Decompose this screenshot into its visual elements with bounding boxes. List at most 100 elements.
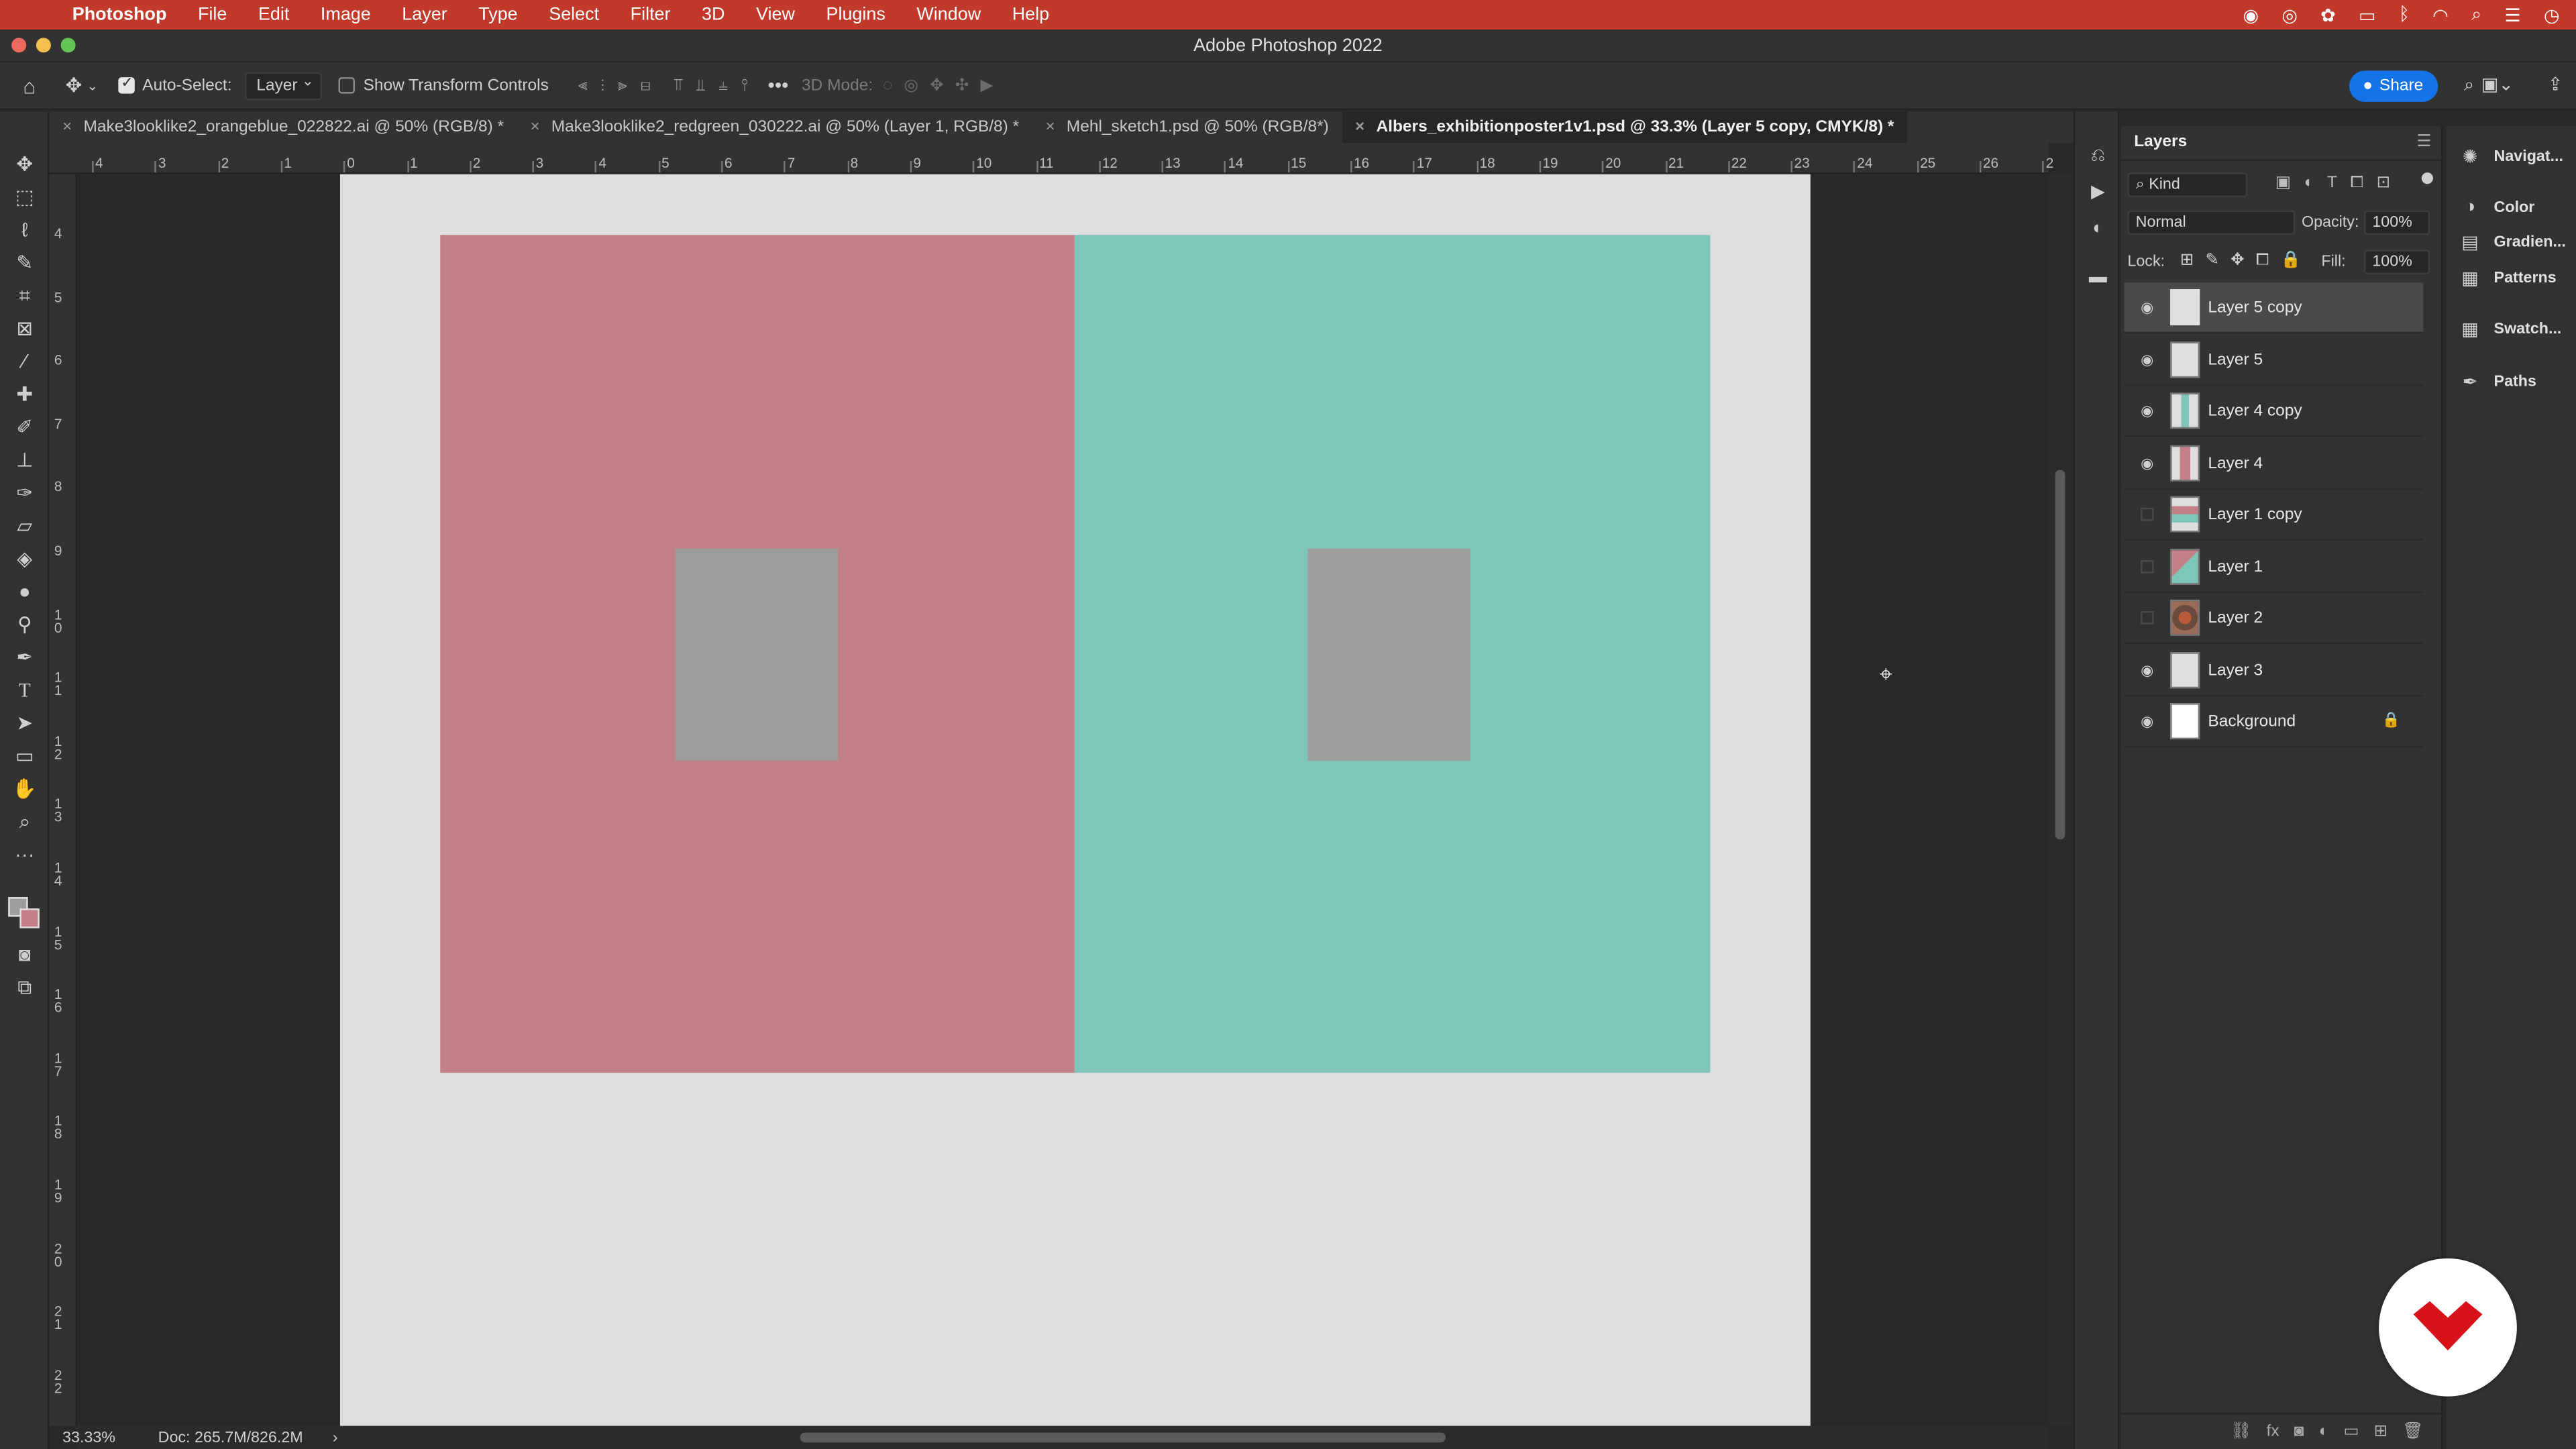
app-status-icon[interactable]: ◎ bbox=[2282, 4, 2298, 25]
blend-mode-dropdown[interactable]: Normal bbox=[2127, 210, 2296, 235]
tool-preset-chevron-down-icon[interactable]: ⌄ bbox=[87, 78, 98, 93]
tab-document-2[interactable]: × Make3looklike2_redgreen_030222.ai @ 50%… bbox=[517, 112, 1032, 144]
right-color-field[interactable] bbox=[1074, 235, 1711, 1073]
distribute-icons[interactable]: ⫪⫫⫨⫯ bbox=[674, 76, 761, 95]
share-button[interactable]: ● Share bbox=[2349, 70, 2438, 102]
gradients-panel-button[interactable]: ▤ Gradien... bbox=[2459, 227, 2566, 256]
layer-style-fx-icon[interactable]: fx bbox=[2267, 1423, 2279, 1441]
dodge-tool-icon[interactable]: ⚲ bbox=[11, 611, 38, 637]
visibility-eye-icon[interactable]: ◉ bbox=[2137, 713, 2157, 729]
layer-row[interactable]: ◉ Layer 4 copy bbox=[2124, 386, 2424, 437]
pen-tool-icon[interactable]: ✒ bbox=[11, 644, 38, 670]
actions-play-icon[interactable]: ▶ bbox=[2086, 180, 2109, 203]
vertical-scrollbar[interactable] bbox=[2048, 174, 2072, 1426]
canvas-area[interactable] bbox=[77, 174, 2049, 1426]
menu-type[interactable]: Type bbox=[478, 5, 517, 24]
menu-file[interactable]: File bbox=[198, 5, 227, 24]
home-icon[interactable]: ⌂ bbox=[23, 73, 36, 98]
zoom-level[interactable]: 33.33% bbox=[62, 1428, 115, 1446]
eraser-tool-icon[interactable]: ▱ bbox=[11, 513, 38, 539]
layer-row[interactable]: ◉ Background 🔒 bbox=[2124, 696, 2424, 748]
paths-panel-button[interactable]: ✒ Paths bbox=[2459, 366, 2536, 396]
link-layers-icon[interactable]: ⛓ bbox=[2231, 1423, 2251, 1441]
layer-row[interactable]: Layer 1 copy bbox=[2124, 490, 2424, 541]
menu-help[interactable]: Help bbox=[1012, 5, 1049, 24]
history-brush-tool-icon[interactable]: ✑ bbox=[11, 480, 38, 506]
visibility-eye-icon[interactable]: ◉ bbox=[2137, 352, 2157, 368]
blur-tool-icon[interactable]: ● bbox=[11, 578, 38, 604]
paint-bucket-tool-icon[interactable]: ◈ bbox=[11, 545, 38, 572]
tab-document-1[interactable]: × Make3looklike2_orangeblue_022822.ai @ 5… bbox=[49, 112, 517, 144]
close-icon[interactable]: × bbox=[62, 118, 72, 136]
zoom-tool-icon[interactable]: ⌕ bbox=[11, 808, 38, 835]
navigator-panel-button[interactable]: ✺ Navigat... bbox=[2459, 142, 2563, 171]
move-tool-icon[interactable]: ✥ bbox=[66, 74, 83, 97]
marquee-tool-icon[interactable]: ⬚ bbox=[11, 184, 38, 210]
screen-icon[interactable]: ▭ bbox=[2359, 4, 2375, 25]
more-tools-icon[interactable]: ··· bbox=[11, 841, 38, 867]
tab-document-3[interactable]: × Mehl_sketch1.psd @ 50% (RGB/8*) bbox=[1032, 112, 1342, 144]
visibility-toggle-empty[interactable] bbox=[2141, 611, 2154, 625]
search-icon[interactable]: ⌕ bbox=[2471, 4, 2481, 25]
menu-select[interactable]: Select bbox=[549, 5, 599, 24]
close-icon[interactable]: × bbox=[1045, 118, 1055, 136]
close-icon[interactable]: × bbox=[530, 118, 539, 136]
screen-mode-icon[interactable]: ⧉ bbox=[11, 974, 38, 1000]
type-tool-icon[interactable]: T bbox=[11, 677, 38, 703]
bluetooth-icon[interactable]: ᛒ bbox=[2399, 5, 2410, 24]
swatches-panel-button[interactable]: ▦ Swatch... bbox=[2459, 314, 2561, 343]
close-icon[interactable]: × bbox=[1355, 118, 1364, 136]
menu-3d[interactable]: 3D bbox=[702, 5, 724, 24]
menu-window[interactable]: Window bbox=[916, 5, 981, 24]
adjustments-icon[interactable]: ◐ bbox=[2086, 217, 2109, 239]
layer-row[interactable]: ◉ Layer 3 bbox=[2124, 645, 2424, 697]
left-inner-square[interactable] bbox=[675, 548, 838, 761]
adjustment-layer-icon[interactable]: ◐ bbox=[2319, 1423, 2329, 1441]
document-canvas[interactable] bbox=[339, 174, 1811, 1426]
path-select-tool-icon[interactable]: ➤ bbox=[11, 710, 38, 736]
left-color-field[interactable] bbox=[440, 235, 1077, 1073]
align-icons[interactable]: ⫷⫶⫸⊟ bbox=[578, 76, 664, 95]
creative-cloud-icon[interactable]: ◉ bbox=[2243, 4, 2259, 25]
history-icon[interactable]: ⎌ bbox=[2086, 145, 2109, 168]
fill-input[interactable]: 100% bbox=[2364, 250, 2430, 274]
quick-select-tool-icon[interactable]: ✎ bbox=[11, 250, 38, 276]
doc-size[interactable]: Doc: 265.7M/826.2M bbox=[158, 1428, 303, 1446]
frame-tool-icon[interactable]: ⊠ bbox=[11, 315, 38, 341]
measure-icon[interactable]: ▬ bbox=[2086, 266, 2109, 289]
add-mask-icon[interactable]: ◙ bbox=[2294, 1423, 2304, 1441]
lock-icon[interactable]: 🔒 bbox=[2381, 711, 2400, 729]
visibility-eye-icon[interactable]: ◉ bbox=[2137, 455, 2157, 471]
menu-view[interactable]: View bbox=[756, 5, 795, 24]
workspace-icon[interactable]: ▣⌄ bbox=[2481, 74, 2514, 95]
menu-edit[interactable]: Edit bbox=[258, 5, 289, 24]
visibility-eye-icon[interactable]: ◉ bbox=[2137, 299, 2157, 315]
wifi-icon[interactable]: ◠ bbox=[2432, 4, 2449, 25]
clock-icon[interactable]: ◷ bbox=[2544, 4, 2560, 25]
tab-document-4[interactable]: × Albers_exhibitionposter1v1.psd @ 33.3% … bbox=[1342, 111, 1908, 144]
color-panel-button[interactable]: ◑ Color bbox=[2459, 193, 2534, 222]
panel-menu-icon[interactable]: ☰ bbox=[2417, 133, 2432, 151]
hand-tool-icon[interactable]: ✋ bbox=[11, 775, 38, 802]
visibility-eye-icon[interactable]: ◉ bbox=[2137, 402, 2157, 419]
layer-row[interactable]: Layer 2 bbox=[2124, 593, 2424, 645]
layer-row[interactable]: Layer 1 bbox=[2124, 542, 2424, 594]
patterns-panel-button[interactable]: ▦ Patterns bbox=[2459, 263, 2556, 292]
quick-mask-icon[interactable]: ◙ bbox=[11, 941, 38, 967]
share-export-icon[interactable]: ⇪ bbox=[2548, 74, 2563, 95]
opacity-input[interactable]: 100% bbox=[2364, 210, 2430, 235]
filter-toggle-icon[interactable] bbox=[2421, 172, 2433, 184]
brush-tool-icon[interactable]: ✐ bbox=[11, 414, 38, 440]
auto-select-dropdown[interactable]: Layer bbox=[245, 71, 323, 100]
crop-tool-icon[interactable]: ⌗ bbox=[11, 282, 38, 309]
new-layer-icon[interactable]: ⊞ bbox=[2374, 1423, 2388, 1441]
filter-kind-dropdown[interactable]: ⌕ Kind bbox=[2127, 172, 2248, 197]
search-icon[interactable]: ⌕ bbox=[2464, 76, 2474, 97]
chevron-right-icon[interactable]: › bbox=[333, 1428, 338, 1446]
menu-plugins[interactable]: Plugins bbox=[826, 5, 885, 24]
eyedropper-tool-icon[interactable]: ⁄ bbox=[11, 348, 38, 374]
new-group-folder-icon[interactable]: ▭ bbox=[2343, 1423, 2359, 1441]
layer-row[interactable]: ◉ Layer 4 bbox=[2124, 439, 2424, 490]
lasso-tool-icon[interactable]: ℓ bbox=[11, 217, 38, 243]
lock-option-icons[interactable]: ⊞✎✥⧠🔒 bbox=[2180, 252, 2312, 270]
